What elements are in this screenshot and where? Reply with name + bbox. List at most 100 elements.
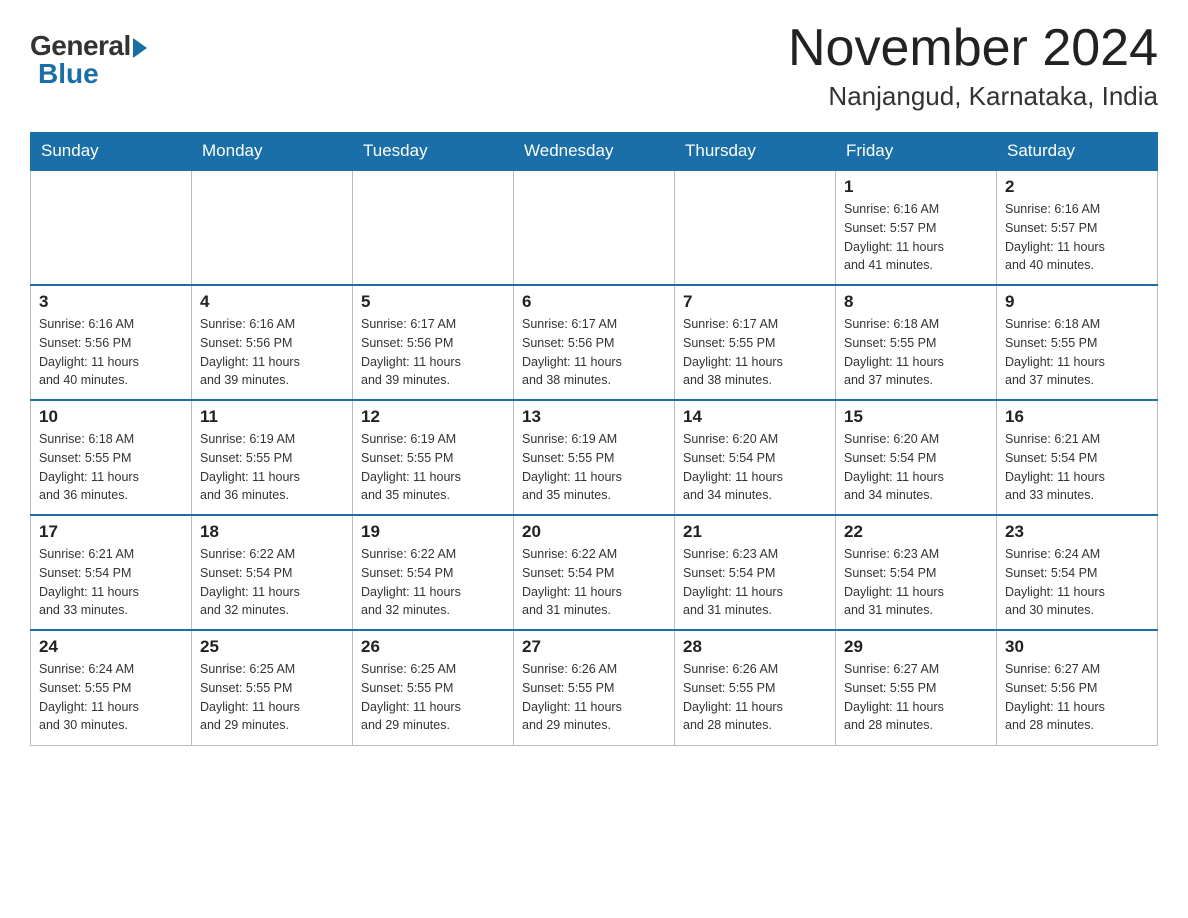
day-number: 20 [522,522,666,542]
day-info: Sunrise: 6:18 AM Sunset: 5:55 PM Dayligh… [844,315,988,390]
week-row-4: 17 Sunrise: 6:21 AM Sunset: 5:54 PM Dayli… [31,515,1158,630]
day-info: Sunrise: 6:19 AM Sunset: 5:55 PM Dayligh… [522,430,666,505]
day-info: Sunrise: 6:27 AM Sunset: 5:56 PM Dayligh… [1005,660,1149,735]
day-info: Sunrise: 6:25 AM Sunset: 5:55 PM Dayligh… [361,660,505,735]
day-cell: 8 Sunrise: 6:18 AM Sunset: 5:55 PM Daylig… [836,285,997,400]
day-number: 9 [1005,292,1149,312]
day-number: 12 [361,407,505,427]
day-info: Sunrise: 6:24 AM Sunset: 5:55 PM Dayligh… [39,660,183,735]
day-number: 13 [522,407,666,427]
day-info: Sunrise: 6:17 AM Sunset: 5:55 PM Dayligh… [683,315,827,390]
day-info: Sunrise: 6:17 AM Sunset: 5:56 PM Dayligh… [361,315,505,390]
day-number: 18 [200,522,344,542]
day-cell [31,170,192,285]
day-info: Sunrise: 6:19 AM Sunset: 5:55 PM Dayligh… [200,430,344,505]
day-cell: 24 Sunrise: 6:24 AM Sunset: 5:55 PM Dayli… [31,630,192,745]
day-info: Sunrise: 6:26 AM Sunset: 5:55 PM Dayligh… [522,660,666,735]
day-info: Sunrise: 6:22 AM Sunset: 5:54 PM Dayligh… [200,545,344,620]
day-cell: 4 Sunrise: 6:16 AM Sunset: 5:56 PM Daylig… [192,285,353,400]
logo: General Blue [30,20,147,90]
day-number: 21 [683,522,827,542]
day-cell: 29 Sunrise: 6:27 AM Sunset: 5:55 PM Dayli… [836,630,997,745]
day-number: 17 [39,522,183,542]
header-tuesday: Tuesday [353,133,514,171]
day-number: 3 [39,292,183,312]
day-number: 15 [844,407,988,427]
day-cell: 16Sunrise: 6:21 AM Sunset: 5:54 PM Dayli… [997,400,1158,515]
day-cell: 10 Sunrise: 6:18 AM Sunset: 5:55 PM Dayli… [31,400,192,515]
day-cell: 7 Sunrise: 6:17 AM Sunset: 5:55 PM Daylig… [675,285,836,400]
day-cell: 14 Sunrise: 6:20 AM Sunset: 5:54 PM Dayli… [675,400,836,515]
day-cell [353,170,514,285]
day-cell: 17 Sunrise: 6:21 AM Sunset: 5:54 PM Dayli… [31,515,192,630]
day-number: 8 [844,292,988,312]
day-number: 10 [39,407,183,427]
day-number: 19 [361,522,505,542]
day-cell [192,170,353,285]
day-cell: 15Sunrise: 6:20 AM Sunset: 5:54 PM Dayli… [836,400,997,515]
calendar-table: Sunday Monday Tuesday Wednesday Thursday… [30,132,1158,746]
logo-blue-text: Blue [38,58,99,90]
day-info: Sunrise: 6:16 AM Sunset: 5:57 PM Dayligh… [844,200,988,275]
day-info: Sunrise: 6:16 AM Sunset: 5:57 PM Dayligh… [1005,200,1149,275]
day-cell: 2 Sunrise: 6:16 AM Sunset: 5:57 PM Daylig… [997,170,1158,285]
day-number: 5 [361,292,505,312]
day-number: 1 [844,177,988,197]
day-cell: 27 Sunrise: 6:26 AM Sunset: 5:55 PM Dayli… [514,630,675,745]
logo-arrow-icon [133,38,147,58]
day-number: 14 [683,407,827,427]
day-number: 4 [200,292,344,312]
day-cell [514,170,675,285]
weekday-header-row: Sunday Monday Tuesday Wednesday Thursday… [31,133,1158,171]
day-number: 23 [1005,522,1149,542]
location-title: Nanjangud, Karnataka, India [788,81,1158,112]
day-cell: 3 Sunrise: 6:16 AM Sunset: 5:56 PM Daylig… [31,285,192,400]
day-info: Sunrise: 6:18 AM Sunset: 5:55 PM Dayligh… [39,430,183,505]
day-info: Sunrise: 6:22 AM Sunset: 5:54 PM Dayligh… [522,545,666,620]
day-cell: 20 Sunrise: 6:22 AM Sunset: 5:54 PM Dayli… [514,515,675,630]
title-area: November 2024 Nanjangud, Karnataka, Indi… [788,20,1158,112]
day-number: 27 [522,637,666,657]
day-cell: 22 Sunrise: 6:23 AM Sunset: 5:54 PM Dayli… [836,515,997,630]
day-info: Sunrise: 6:24 AM Sunset: 5:54 PM Dayligh… [1005,545,1149,620]
day-info: Sunrise: 6:16 AM Sunset: 5:56 PM Dayligh… [39,315,183,390]
day-number: 2 [1005,177,1149,197]
page-header: General Blue November 2024 Nanjangud, Ka… [30,20,1158,112]
header-sunday: Sunday [31,133,192,171]
day-cell: 18 Sunrise: 6:22 AM Sunset: 5:54 PM Dayli… [192,515,353,630]
day-cell: 12 Sunrise: 6:19 AM Sunset: 5:55 PM Dayli… [353,400,514,515]
day-cell: 21 Sunrise: 6:23 AM Sunset: 5:54 PM Dayli… [675,515,836,630]
day-cell: 9Sunrise: 6:18 AM Sunset: 5:55 PM Daylig… [997,285,1158,400]
day-info: Sunrise: 6:20 AM Sunset: 5:54 PM Dayligh… [683,430,827,505]
day-number: 25 [200,637,344,657]
header-monday: Monday [192,133,353,171]
day-cell: 23 Sunrise: 6:24 AM Sunset: 5:54 PM Dayli… [997,515,1158,630]
day-cell: 6 Sunrise: 6:17 AM Sunset: 5:56 PM Daylig… [514,285,675,400]
day-number: 26 [361,637,505,657]
day-info: Sunrise: 6:25 AM Sunset: 5:55 PM Dayligh… [200,660,344,735]
day-number: 24 [39,637,183,657]
week-row-5: 24 Sunrise: 6:24 AM Sunset: 5:55 PM Dayli… [31,630,1158,745]
header-wednesday: Wednesday [514,133,675,171]
day-number: 7 [683,292,827,312]
day-info: Sunrise: 6:21 AM Sunset: 5:54 PM Dayligh… [39,545,183,620]
day-info: Sunrise: 6:17 AM Sunset: 5:56 PM Dayligh… [522,315,666,390]
day-info: Sunrise: 6:23 AM Sunset: 5:54 PM Dayligh… [844,545,988,620]
day-info: Sunrise: 6:16 AM Sunset: 5:56 PM Dayligh… [200,315,344,390]
day-cell: 25 Sunrise: 6:25 AM Sunset: 5:55 PM Dayli… [192,630,353,745]
week-row-1: 1 Sunrise: 6:16 AM Sunset: 5:57 PM Daylig… [31,170,1158,285]
day-number: 29 [844,637,988,657]
day-number: 22 [844,522,988,542]
day-number: 30 [1005,637,1149,657]
day-number: 28 [683,637,827,657]
day-cell: 13 Sunrise: 6:19 AM Sunset: 5:55 PM Dayli… [514,400,675,515]
day-cell: 26 Sunrise: 6:25 AM Sunset: 5:55 PM Dayli… [353,630,514,745]
day-number: 6 [522,292,666,312]
day-info: Sunrise: 6:23 AM Sunset: 5:54 PM Dayligh… [683,545,827,620]
day-cell: 1 Sunrise: 6:16 AM Sunset: 5:57 PM Daylig… [836,170,997,285]
day-cell: 28Sunrise: 6:26 AM Sunset: 5:55 PM Dayli… [675,630,836,745]
day-cell [675,170,836,285]
day-cell: 19Sunrise: 6:22 AM Sunset: 5:54 PM Dayli… [353,515,514,630]
day-info: Sunrise: 6:27 AM Sunset: 5:55 PM Dayligh… [844,660,988,735]
day-info: Sunrise: 6:19 AM Sunset: 5:55 PM Dayligh… [361,430,505,505]
